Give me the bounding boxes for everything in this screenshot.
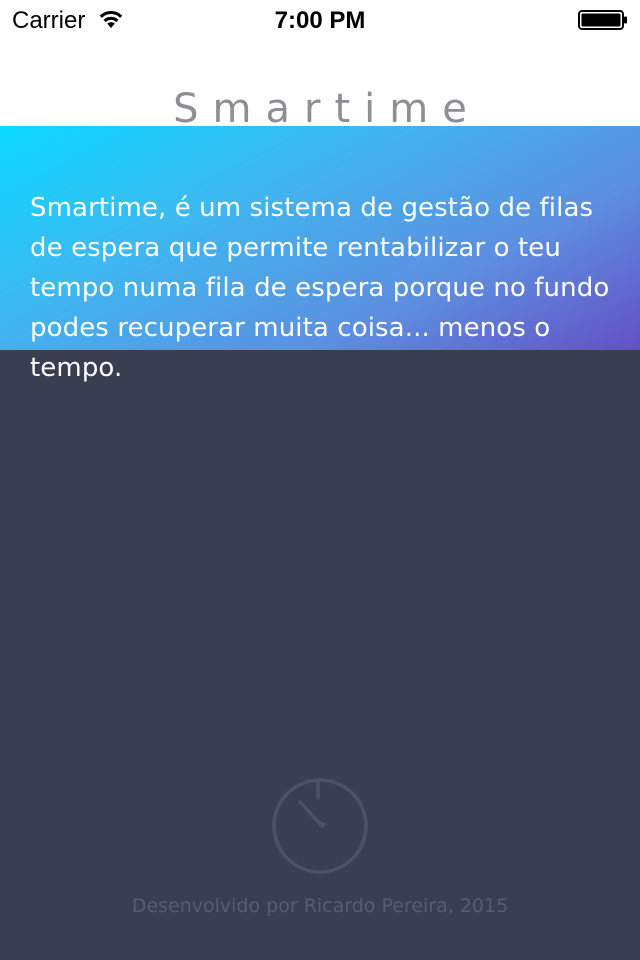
intro-banner: Smartime, é um sistema de gestão de fila… [0,126,640,383]
status-bar: Carrier 7:00 PM [0,0,640,40]
app-title: Smartime [173,85,481,132]
navigation-bar: Smartime [0,40,640,131]
app-screen: Carrier 7:00 PM Smartime Smartime, é um … [0,0,640,960]
footer-credit: Desenvolvido por Ricardo Pereira, 2015 [131,895,509,917]
status-time: 7:00 PM [274,7,366,34]
intro-description: Smartime, é um sistema de gestão de fila… [30,193,610,383]
stopwatch-icon [272,778,368,874]
battery-full-icon [578,10,627,30]
